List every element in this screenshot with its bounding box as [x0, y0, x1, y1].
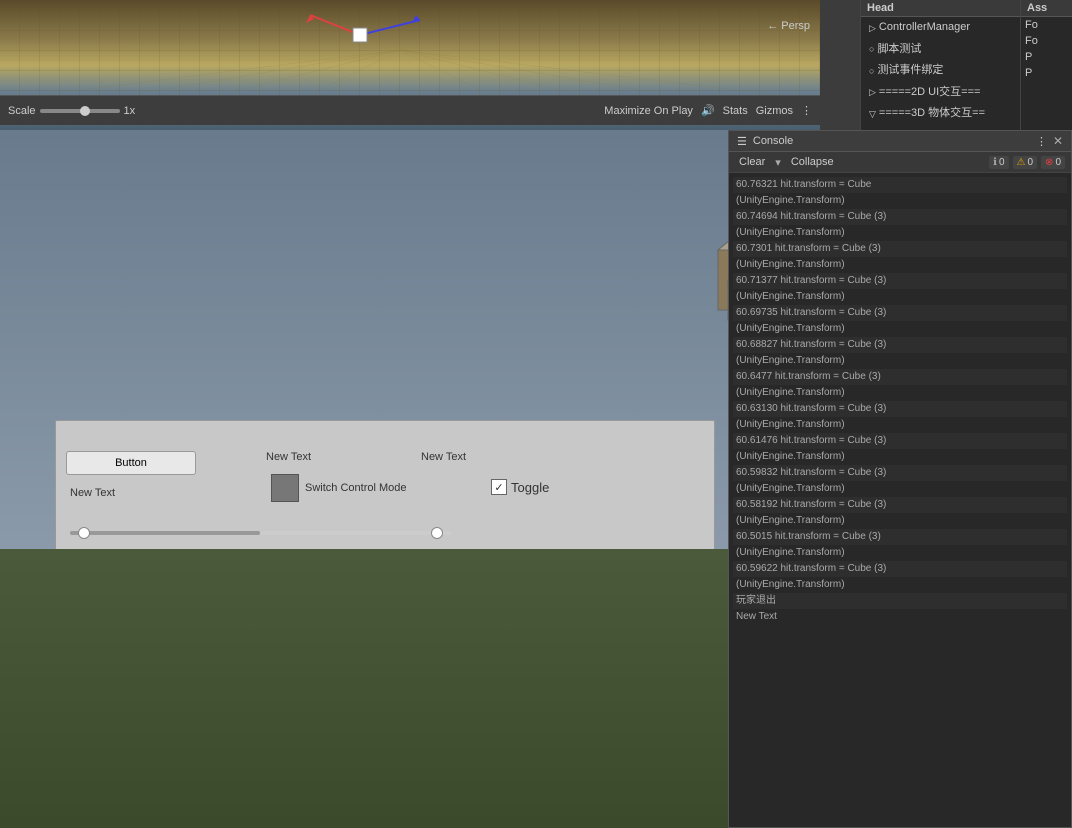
assets-panel: Ass Fo Fo P P: [1020, 0, 1072, 130]
hierarchy-item-controllermanager[interactable]: ▷ ControllerManager: [861, 17, 1020, 39]
assets-item-1[interactable]: Fo: [1021, 33, 1072, 49]
info-badge: ℹ 0: [989, 156, 1008, 169]
console-log-line: (UnityEngine.Transform): [733, 193, 1067, 209]
console-log-line: 玩家退出: [733, 593, 1067, 609]
console-log-line: 60.59622 hit.transform = Cube (3): [733, 561, 1067, 577]
warn-icon: ⚠: [1017, 157, 1026, 168]
info-icon: ℹ: [993, 157, 997, 168]
assets-title: Ass: [1027, 2, 1047, 14]
clear-dropdown-icon[interactable]: ▾: [775, 156, 781, 169]
switch-image: [271, 474, 299, 502]
scene-toolbar: Scale 1x Maximize On Play 🔊 Stats Gizmos…: [0, 95, 820, 125]
game-view: Button New Text New Text New Text Switch…: [0, 130, 728, 828]
gizmos-btn[interactable]: Gizmos: [756, 105, 793, 117]
hierarchy-item-2dui[interactable]: ▷ =====2D UI交互===: [861, 82, 1020, 104]
console-log-line: 60.59832 hit.transform = Cube (3): [733, 465, 1067, 481]
console-log-line: 60.5015 hit.transform = Cube (3): [733, 529, 1067, 545]
console-log-line: (UnityEngine.Transform): [733, 481, 1067, 497]
console-log-line: 60.63130 hit.transform = Cube (3): [733, 401, 1067, 417]
hierarchy-item-script[interactable]: ○ 脚本测试: [861, 39, 1020, 61]
clear-button[interactable]: Clear: [735, 155, 769, 169]
console-log-line: (UnityEngine.Transform): [733, 513, 1067, 529]
console-log-line: 60.61476 hit.transform = Cube (3): [733, 433, 1067, 449]
hierarchy-header: Head: [861, 0, 1020, 17]
ui-canvas: Button New Text New Text New Text Switch…: [55, 420, 715, 828]
new-text-3: New Text: [421, 451, 466, 463]
console-log-line: 60.7301 hit.transform = Cube (3): [733, 241, 1067, 257]
drag-onhere-button[interactable]: DragMe OnHere: [486, 576, 586, 642]
assets-item-0[interactable]: Fo: [1021, 17, 1072, 33]
console-log-line: 60.68827 hit.transform = Cube (3): [733, 337, 1067, 353]
console-log-line: 60.71377 hit.transform = Cube (3): [733, 273, 1067, 289]
error-badge: ⊗ 0: [1041, 156, 1065, 169]
assets-item-3[interactable]: P: [1021, 65, 1072, 81]
error-icon: ⊗: [1045, 157, 1053, 168]
bottom-btn-1[interactable]: Button: [211, 779, 291, 828]
console-icon: ☰: [737, 135, 747, 148]
console-log-line: 60.74694 hit.transform = Cube (3): [733, 209, 1067, 225]
console-log-line: (UnityEngine.Transform): [733, 225, 1067, 241]
console-log-line: (UnityEngine.Transform): [733, 385, 1067, 401]
scale-control: Scale 1x: [8, 105, 135, 117]
console-panel: ☰ Console ⋮ ✕ Clear ▾ Collapse ℹ 0 ⚠ 0 ⊗…: [728, 130, 1072, 828]
warn-badge: ⚠ 0: [1013, 156, 1038, 169]
assets-item-2[interactable]: P: [1021, 49, 1072, 65]
new-text-2: New Text: [266, 451, 311, 463]
slider-1[interactable]: [70, 531, 260, 535]
hierarchy-item-test[interactable]: ○ 测试事件绑定: [861, 60, 1020, 82]
console-toolbar: Clear ▾ Collapse ℹ 0 ⚠ 0 ⊗ 0: [729, 152, 1071, 173]
console-log-line: 60.58192 hit.transform = Cube (3): [733, 497, 1067, 513]
bottom-buttons-container: Button Button Button Button: [211, 779, 549, 828]
console-menu-icon[interactable]: ⋮: [1036, 135, 1047, 148]
drag-anywhere-button[interactable]: Drag Me Anywhere: [301, 576, 401, 642]
hierarchy-item-3dinteract[interactable]: ▽ =====3D 物体交互==: [861, 103, 1020, 125]
console-log-line: (UnityEngine.Transform): [733, 577, 1067, 593]
bottom-btn-4[interactable]: Button: [469, 779, 549, 828]
persp-label: ← Persp: [767, 20, 810, 32]
bottom-btn-2[interactable]: Button: [297, 779, 377, 828]
console-log-line: 60.76321 hit.transform = Cube: [733, 177, 1067, 193]
main-button[interactable]: Button: [66, 451, 196, 475]
toggle-container[interactable]: ✓ Toggle: [491, 479, 549, 495]
maximize-btn[interactable]: Maximize On Play: [604, 105, 693, 117]
console-log-line: (UnityEngine.Transform): [733, 257, 1067, 273]
console-log-line: (UnityEngine.Transform): [733, 321, 1067, 337]
console-close-btn[interactable]: ✕: [1053, 134, 1063, 148]
console-log-line: 60.6477 hit.transform = Cube (3): [733, 369, 1067, 385]
switch-container: Switch Control Mode: [271, 473, 471, 503]
toggle-check[interactable]: ✓: [491, 479, 507, 495]
console-log-line: (UnityEngine.Transform): [733, 449, 1067, 465]
console-log-line: (UnityEngine.Transform): [733, 545, 1067, 561]
console-log-line: (UnityEngine.Transform): [733, 417, 1067, 433]
toggle-label: Toggle: [511, 480, 549, 495]
scale-value: 1x: [124, 105, 136, 117]
assets-header: Ass: [1021, 0, 1072, 17]
console-titlebar: ☰ Console ⋮ ✕: [729, 131, 1071, 152]
console-log-line: (UnityEngine.Transform): [733, 289, 1067, 305]
console-log-line: New Text: [733, 609, 1067, 625]
toolbar-right: Maximize On Play 🔊 Stats Gizmos ⋮: [604, 104, 812, 117]
console-log-line: (UnityEngine.Transform): [733, 353, 1067, 369]
bottom-btn-3[interactable]: Button: [383, 779, 463, 828]
audio-icon[interactable]: 🔊: [701, 104, 715, 117]
stats-btn[interactable]: Stats: [723, 105, 748, 117]
more-btn[interactable]: ⋮: [801, 104, 812, 117]
new-text-1: New Text: [70, 487, 115, 499]
hierarchy-title: Head: [867, 2, 894, 14]
scale-slider[interactable]: [40, 109, 120, 113]
scale-label: Scale: [8, 105, 36, 117]
collapse-button[interactable]: Collapse: [787, 155, 838, 169]
hierarchy-panel: Head ▷ ControllerManager ○ 脚本测试 ○ 测试事件绑定…: [860, 0, 1020, 130]
console-log-area[interactable]: 60.76321 hit.transform = Cube(UnityEngin…: [729, 173, 1071, 827]
slider-2[interactable]: [261, 531, 451, 535]
switch-label: Switch Control Mode: [305, 482, 407, 494]
console-log-line: 60.69735 hit.transform = Cube (3): [733, 305, 1067, 321]
console-title: Console: [753, 135, 793, 147]
